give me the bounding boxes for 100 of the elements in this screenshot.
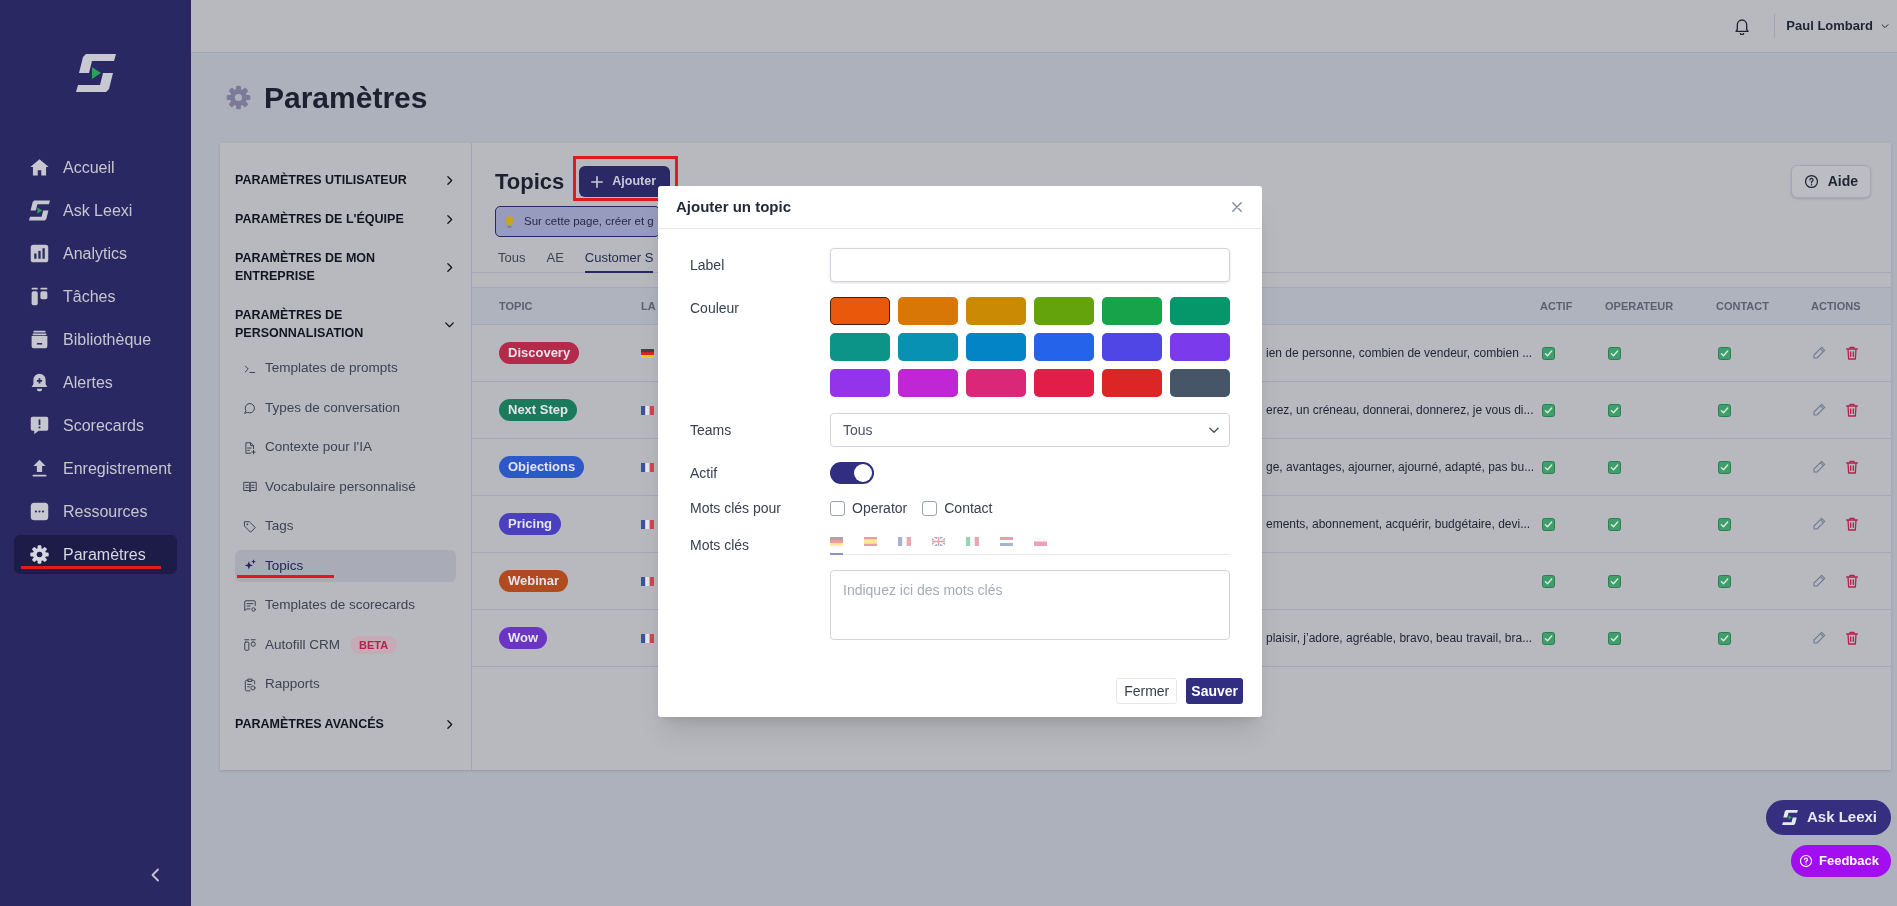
color-swatch[interactable] xyxy=(1102,369,1162,397)
nav-item[interactable]: Bibliothèque xyxy=(14,320,177,359)
checkbox[interactable] xyxy=(1608,403,1621,417)
checkbox[interactable] xyxy=(922,500,938,516)
trash-icon[interactable] xyxy=(1844,402,1860,418)
color-swatch[interactable] xyxy=(1170,369,1230,397)
section-header[interactable]: PARAMÈTRES AVANCÉS xyxy=(235,704,456,744)
tab[interactable]: Tous xyxy=(498,245,526,273)
menu-item[interactable]: Tags xyxy=(235,510,456,543)
color-swatch[interactable] xyxy=(898,333,958,361)
checkbox[interactable] xyxy=(1608,460,1621,474)
help-button[interactable]: Aide xyxy=(1790,165,1871,198)
close-button[interactable]: Fermer xyxy=(1116,678,1178,704)
nav-item[interactable]: Accueil xyxy=(14,148,177,187)
color-swatch[interactable] xyxy=(966,369,1026,397)
kanban-icon xyxy=(29,286,50,307)
color-swatch[interactable] xyxy=(1034,297,1094,325)
pencil-icon[interactable] xyxy=(1811,630,1827,646)
checkbox[interactable] xyxy=(1542,460,1555,474)
section-header[interactable]: PARAMÈTRES UTILISATEUR xyxy=(235,160,456,200)
checkbox[interactable] xyxy=(1608,346,1621,360)
color-swatch[interactable] xyxy=(898,297,958,325)
menu-item[interactable]: Vocabulaire personnalisé xyxy=(235,471,456,503)
checkbox[interactable] xyxy=(1542,403,1555,417)
pencil-icon[interactable] xyxy=(1811,573,1827,589)
color-swatch[interactable] xyxy=(1102,297,1162,325)
section-header[interactable]: PARAMÈTRES DE PERSONNALISATION xyxy=(235,295,456,353)
keywords-text: plaisir, j’adore, agréable, bravo, beau travail, bra... xyxy=(1266,630,1533,647)
section-header[interactable]: PARAMÈTRES DE MON ENTREPRISE xyxy=(235,238,456,296)
pencil-icon[interactable] xyxy=(1811,402,1827,418)
color-swatch[interactable] xyxy=(898,369,958,397)
color-swatch[interactable] xyxy=(1102,333,1162,361)
toggle-switch[interactable] xyxy=(830,462,874,484)
color-swatch[interactable] xyxy=(966,333,1026,361)
user-menu-button[interactable]: Paul Lombard xyxy=(1786,16,1890,36)
banner-text: Sur cette page, créer et g xyxy=(524,213,654,229)
bar-chart-icon xyxy=(29,243,50,264)
color-swatch[interactable] xyxy=(830,297,890,325)
checkbox[interactable] xyxy=(1608,631,1621,645)
menu-item[interactable]: Rapports xyxy=(235,668,456,701)
checkbox[interactable] xyxy=(830,500,845,516)
color-swatch[interactable] xyxy=(830,369,890,397)
color-swatch[interactable] xyxy=(1034,369,1094,397)
checkbox[interactable] xyxy=(1718,517,1731,531)
checkbox-label: Operator xyxy=(852,498,908,518)
trash-icon[interactable] xyxy=(1844,630,1860,646)
spanish-flag-icon xyxy=(864,537,877,546)
checkbox[interactable] xyxy=(1718,574,1731,588)
color-swatch[interactable] xyxy=(966,297,1026,325)
assistant-button[interactable]: Ask Leexi xyxy=(1765,800,1891,835)
menu-item[interactable]: Types de conversation xyxy=(235,392,456,424)
page-title: Paramètres xyxy=(264,79,428,116)
checkbox[interactable] xyxy=(1542,517,1555,531)
keywords-text: erez, un créneau, donnerai, donnerez, je vous di... xyxy=(1266,402,1534,419)
chevron-left-icon[interactable] xyxy=(150,868,161,882)
close-icon[interactable] xyxy=(1232,202,1242,212)
nav-item[interactable]: Enregistrement xyxy=(14,449,177,488)
checkbox[interactable] xyxy=(1542,346,1555,360)
nav-item[interactable]: Alertes xyxy=(14,363,177,402)
keywords-field[interactable]: Indiquez ici des mots clés xyxy=(830,570,1230,640)
pencil-icon[interactable] xyxy=(1811,516,1827,532)
trash-icon[interactable] xyxy=(1844,345,1860,361)
menu-item[interactable]: Templates de scorecards xyxy=(235,589,456,622)
save-button[interactable]: Sauver xyxy=(1186,678,1243,704)
nav-item[interactable]: Analytics xyxy=(14,234,177,273)
pencil-icon[interactable] xyxy=(1811,345,1827,361)
checkbox[interactable] xyxy=(1608,517,1621,531)
trash-icon[interactable] xyxy=(1844,573,1860,589)
checkbox[interactable] xyxy=(1542,631,1555,645)
feedback-button[interactable]: Feedback xyxy=(1791,845,1891,877)
color-swatch[interactable] xyxy=(1034,333,1094,361)
nav-item[interactable]: Ask Leexi xyxy=(14,191,177,230)
checkbox[interactable] xyxy=(1718,460,1731,474)
checkbox[interactable] xyxy=(1718,346,1731,360)
trash-icon[interactable] xyxy=(1844,459,1860,475)
trash-icon[interactable] xyxy=(1844,516,1860,532)
logo-icon[interactable] xyxy=(75,54,116,92)
menu-item[interactable]: Contexte pour l'IA xyxy=(235,431,456,464)
teams-select[interactable]: Tous xyxy=(830,413,1230,447)
label-input[interactable] xyxy=(830,248,1230,282)
menu-item[interactable]: Autofill CRM BETA xyxy=(235,629,456,661)
nav-item[interactable]: Ressources xyxy=(14,492,177,531)
menu-item[interactable]: Templates de prompts xyxy=(235,352,456,385)
nav-item[interactable]: Scorecards xyxy=(14,406,177,445)
color-swatch[interactable] xyxy=(1170,333,1230,361)
color-swatch[interactable] xyxy=(1170,297,1230,325)
bell-icon[interactable] xyxy=(1734,17,1751,35)
tab[interactable]: Customer S xyxy=(584,245,654,273)
checkbox[interactable] xyxy=(1718,403,1731,417)
section-header[interactable]: PARAMÈTRES DE L'ÉQUIPE xyxy=(235,199,456,239)
checkbox[interactable] xyxy=(1718,631,1731,645)
menu-item[interactable]: Topics xyxy=(235,550,456,582)
color-swatch[interactable] xyxy=(830,333,890,361)
pencil-icon[interactable] xyxy=(1811,459,1827,475)
checkbox[interactable] xyxy=(1608,574,1621,588)
nav-item[interactable]: Paramètres xyxy=(14,535,177,574)
checkbox[interactable] xyxy=(1542,574,1555,588)
add-button[interactable]: Ajouter xyxy=(579,166,670,197)
tab[interactable]: AE xyxy=(546,245,564,273)
nav-item[interactable]: Tâches xyxy=(14,277,177,316)
